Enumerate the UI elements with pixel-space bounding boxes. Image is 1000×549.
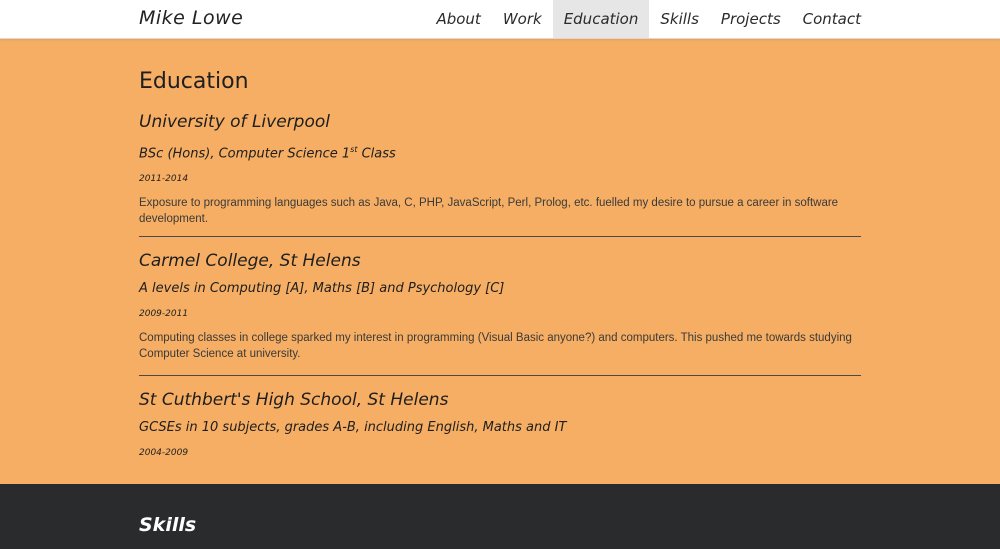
entry-description: Computing classes in college sparked my …: [139, 332, 852, 360]
school-name: Carmel College, St Helens: [139, 251, 361, 271]
education-section: Education University of Liverpool BSc (H…: [0, 39, 1000, 484]
entry-divider: [139, 236, 861, 237]
qualification: A levels in Computing [A], Maths [B] and…: [139, 281, 505, 296]
nav-item-work[interactable]: Work: [492, 0, 553, 38]
nav-item-education[interactable]: Education: [552, 0, 650, 38]
nav-item-projects[interactable]: Projects: [710, 0, 792, 38]
nav-item-about[interactable]: About: [425, 0, 491, 38]
education-entry: St Cuthbert's High School, St Helens GCS…: [139, 389, 861, 459]
education-entry: Carmel College, St Helens A levels in Co…: [139, 250, 861, 362]
qualification-text: BSc (Hons), Computer Science 1: [139, 146, 351, 162]
main-nav: About Work Education Skills Projects Con…: [425, 0, 861, 38]
entry-dates: 2009-2011: [139, 309, 189, 319]
nav-item-skills[interactable]: Skills: [649, 0, 710, 38]
entry-divider: [139, 375, 861, 376]
top-navbar: Mike Lowe About Work Education Skills Pr…: [0, 0, 1000, 39]
education-entry: University of Liverpool BSc (Hons), Comp…: [139, 111, 861, 227]
nav-item-contact[interactable]: Contact: [792, 0, 861, 38]
brand-name[interactable]: Mike Lowe: [139, 7, 243, 29]
skills-title: Skills: [139, 514, 197, 536]
qualification: BSc (Hons), Computer Science 1st Class: [139, 141, 861, 163]
skills-section: Skills: [0, 484, 1000, 549]
qualification: GCSEs in 10 subjects, grades A-B, includ…: [139, 420, 567, 435]
school-name: University of Liverpool: [139, 112, 330, 132]
entry-dates: 2004-2009: [139, 448, 189, 458]
entry-description: Exposure to programming languages such a…: [139, 197, 839, 226]
qualification-suffix: Class: [357, 146, 396, 162]
entry-dates: 2011-2014: [139, 174, 189, 185]
education-title: Education: [139, 69, 249, 94]
school-name: St Cuthbert's High School, St Helens: [139, 390, 449, 410]
